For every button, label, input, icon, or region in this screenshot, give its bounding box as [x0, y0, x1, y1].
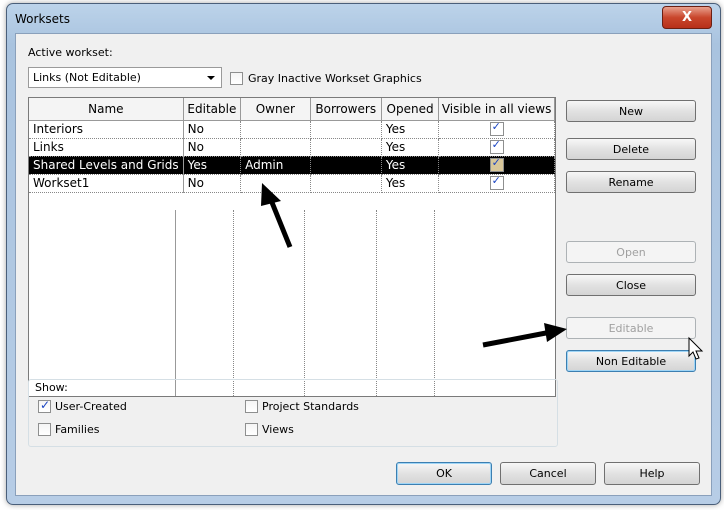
dialog-window: Worksets X Active workset: Links (Not Ed…: [6, 3, 721, 505]
open-button[interactable]: Open: [566, 241, 696, 263]
cell-visible: [438, 174, 555, 193]
column-divider: [233, 210, 234, 396]
workset-grid: Name Editable Owner Borrowers Opened Vis…: [29, 98, 555, 193]
column-header-owner[interactable]: Owner: [240, 98, 311, 121]
cell-name[interactable]: Shared Levels and Grids: [29, 156, 184, 175]
close-workset-button[interactable]: Close: [566, 274, 696, 296]
families-checkbox[interactable]: [38, 423, 51, 436]
active-workset-select[interactable]: Links (Not Editable): [28, 67, 222, 88]
cell-borrowers: [310, 156, 382, 175]
active-workset-value: Links (Not Editable): [33, 71, 141, 84]
visible-checkbox[interactable]: [489, 120, 504, 137]
show-group: Show: User-Created Families Project Stan…: [28, 379, 558, 447]
cell-visible: [438, 120, 555, 139]
cell-editable[interactable]: Yes: [183, 156, 242, 175]
help-button[interactable]: Help: [604, 462, 700, 485]
column-header-borrowers[interactable]: Borrowers: [310, 98, 382, 121]
cell-name[interactable]: Workset1: [29, 174, 184, 193]
project-standards-label: Project Standards: [262, 400, 359, 413]
visible-checkbox[interactable]: [489, 156, 504, 173]
column-header-editable[interactable]: Editable: [183, 98, 242, 121]
column-divider: [376, 210, 377, 396]
cell-opened[interactable]: Yes: [381, 120, 440, 139]
visible-checkbox[interactable]: [489, 174, 504, 191]
close-button[interactable]: X: [662, 6, 712, 29]
cell-name[interactable]: Links: [29, 138, 184, 157]
ok-button[interactable]: OK: [396, 462, 492, 485]
non-editable-button[interactable]: Non Editable: [566, 350, 696, 372]
dialog-body: Active workset: Links (Not Editable) Gra…: [15, 33, 712, 496]
column-divider: [304, 210, 305, 396]
cell-name[interactable]: Interiors: [29, 120, 184, 139]
close-icon: X: [681, 10, 693, 25]
column-header-opened[interactable]: Opened: [381, 98, 440, 121]
families-label: Families: [55, 423, 100, 436]
views-checkbox[interactable]: [245, 423, 258, 436]
cell-owner: [240, 138, 311, 157]
gray-inactive-checkbox[interactable]: [230, 72, 243, 85]
active-workset-label: Active workset:: [28, 46, 113, 59]
new-button[interactable]: New: [566, 100, 696, 122]
editable-button[interactable]: Editable: [566, 317, 696, 339]
show-label: Show:: [35, 381, 68, 394]
title-bar[interactable]: Worksets X: [7, 4, 720, 34]
rename-button[interactable]: Rename: [566, 171, 696, 193]
column-divider: [175, 210, 176, 396]
cell-opened[interactable]: Yes: [381, 138, 440, 157]
table-row[interactable]: Links No Yes: [29, 138, 555, 157]
dialog-title: Worksets: [15, 12, 70, 26]
workset-table: Name Editable Owner Borrowers Opened Vis…: [28, 97, 556, 397]
cell-opened[interactable]: Yes: [381, 156, 440, 175]
cell-borrowers: [310, 138, 382, 157]
cell-editable[interactable]: No: [183, 174, 242, 193]
cell-opened[interactable]: Yes: [381, 174, 440, 193]
table-row[interactable]: Workset1 No Yes: [29, 174, 555, 193]
chevron-down-icon: [207, 76, 215, 80]
cell-owner: [240, 120, 311, 139]
cell-editable[interactable]: No: [183, 120, 242, 139]
cell-owner: [240, 174, 311, 193]
cell-borrowers: [310, 120, 382, 139]
delete-button[interactable]: Delete: [566, 138, 696, 160]
cell-visible: [438, 156, 555, 175]
cell-editable[interactable]: No: [183, 138, 242, 157]
table-row-selected[interactable]: Shared Levels and Grids Yes Admin Yes: [29, 156, 555, 175]
visible-checkbox[interactable]: [489, 138, 504, 155]
views-label: Views: [262, 423, 294, 436]
cell-visible: [438, 138, 555, 157]
gray-inactive-label: Gray Inactive Workset Graphics: [248, 72, 422, 85]
column-header-name[interactable]: Name: [29, 98, 184, 121]
table-row[interactable]: Interiors No Yes: [29, 120, 555, 139]
cell-owner: Admin: [240, 156, 311, 175]
project-standards-checkbox[interactable]: [245, 400, 258, 413]
cancel-button[interactable]: Cancel: [500, 462, 596, 485]
user-created-label: User-Created: [55, 400, 127, 413]
column-divider: [434, 210, 435, 396]
column-header-visible[interactable]: Visible in all views: [438, 98, 555, 121]
cell-borrowers: [310, 174, 382, 193]
table-header: Name Editable Owner Borrowers Opened Vis…: [29, 98, 555, 121]
user-created-checkbox[interactable]: [38, 398, 51, 413]
